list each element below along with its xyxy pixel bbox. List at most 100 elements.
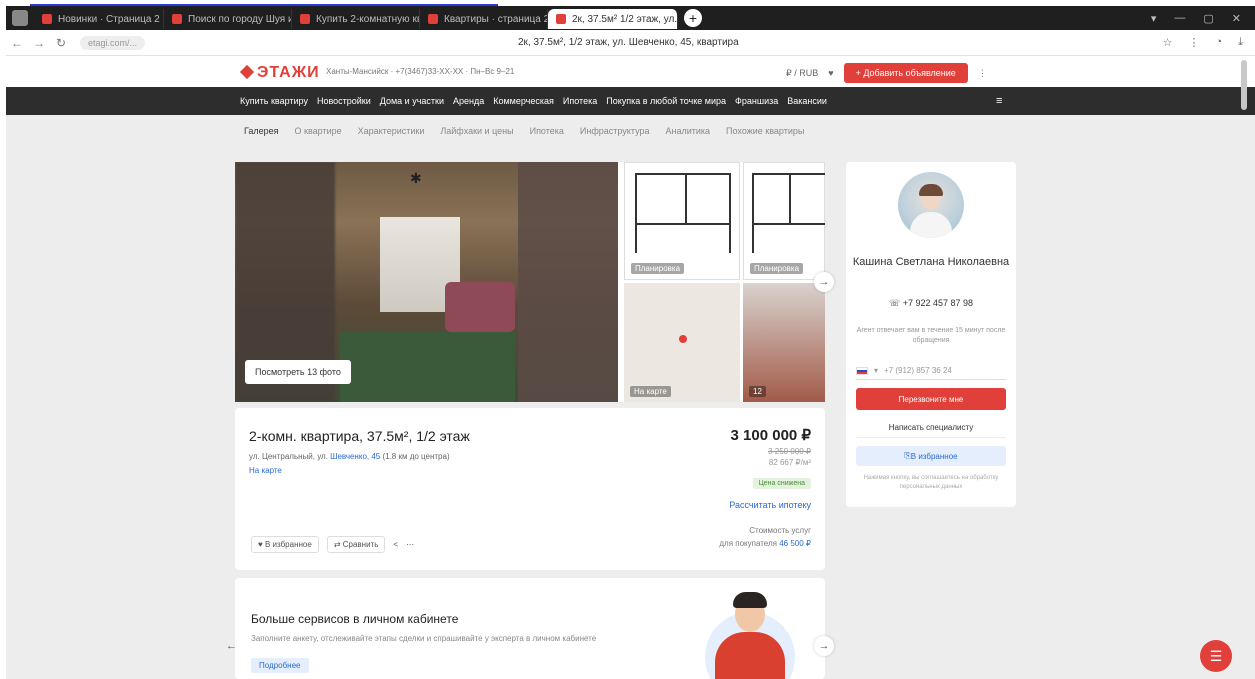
browser-tab[interactable]: Купить 2-комнатную кв... [292,9,420,29]
avatar-coat [910,212,952,238]
nav-item[interactable]: Дома и участки [380,96,444,106]
main-nav: Купить квартиру Новостройки Дома и участ… [6,87,1255,115]
add-listing-button[interactable]: + Добавить объявление [843,63,968,83]
illustration-body [715,632,785,679]
new-tab-button[interactable]: + [684,9,702,27]
site-logo[interactable]: ЭТАЖИ [239,64,320,82]
plan-wall [752,173,754,253]
section-tab[interactable]: Аналитика [665,126,710,136]
nav-item[interactable]: Коммерческая [493,96,554,106]
nav-item[interactable]: Вакансии [787,96,827,106]
favorites-heart-icon[interactable]: ♥ [828,68,833,78]
url-field[interactable]: etagi.com/... [80,35,146,50]
bookmark-star-icon[interactable]: ☆ [1163,36,1173,49]
logo-icon [239,64,255,80]
nav-item[interactable]: Купить квартиру [240,96,308,106]
site-favicon-icon [300,14,310,24]
address-bar: ← → ↻ etagi.com/... 2к, 37.5м², 1/2 этаж… [6,30,1255,56]
user-menu-icon[interactable]: ⋮ [978,68,987,79]
section-tab[interactable]: Галерея [244,126,279,136]
forward-icon[interactable]: → [28,36,50,50]
callback-phone-input[interactable]: ▾ +7 (912) 857 36 24 [856,362,1006,380]
callback-button[interactable]: Перезвоните мне [856,388,1006,410]
cost-label: Стоимость услуг [749,526,811,535]
plan-wall [635,173,637,253]
address-link[interactable]: Шевченко, 45 [330,452,380,461]
chandelier-icon: ✱ [410,170,422,186]
maximize-icon[interactable]: ▢ [1203,12,1213,25]
photo-thumb[interactable]: 12 [743,283,825,402]
gallery-next-arrow-icon[interactable]: → [814,272,834,292]
mortgage-calc-link[interactable]: Рассчитать ипотеку [729,500,811,510]
page-scrollbar[interactable] [1241,60,1247,110]
phone-placeholder: +7 (912) 857 36 24 [884,366,952,375]
write-specialist-button[interactable]: Написать специалисту [856,418,1006,438]
browser-tab[interactable]: Поиск по городу Шуя и п... [164,9,292,29]
section-tab[interactable]: Похожие квартиры [726,126,804,136]
reload-icon[interactable]: ↻ [50,36,72,50]
cost-value[interactable]: 46 500 ₽ [779,539,811,548]
nav-item[interactable]: Франшиза [735,96,778,106]
photo-carpet [340,332,515,402]
status-badge: Цена снижена [752,478,811,489]
page-content: ЭТАЖИ Ханты-Мансийск · +7(3467)33-XX-XX … [6,56,1255,679]
country-dropdown-chevron-icon[interactable]: ▾ [874,366,878,375]
chat-bubble-icon[interactable]: ☰ [1200,640,1232,672]
nav-item[interactable]: Ипотека [563,96,597,106]
floorplan-thumb[interactable]: Планировка [624,162,740,280]
listing-actions: ♥ В избранное ⇄ Сравнить < ⋯ [251,536,414,553]
section-tab[interactable]: Ипотека [530,126,564,136]
profile-icon[interactable]: ◔ [1215,36,1222,49]
view-all-photos-button[interactable]: Посмотреть 13 фото [245,360,351,384]
site-favicon-icon [42,14,52,24]
browser-tab[interactable]: Квартиры · страница 2 [420,9,548,29]
extensions-icon[interactable]: ⋮ [1188,36,1199,49]
download-icon[interactable]: ⤓ [1238,36,1243,49]
map-thumb[interactable]: На карте [624,283,740,402]
nav-item[interactable]: Покупка в любой точке мира [606,96,726,106]
hamburger-menu-icon[interactable]: ≡ [996,95,1002,107]
thumb-caption: 12 [749,386,766,397]
promo-more-button[interactable]: Подробнее [251,658,309,673]
promo-prev-arrow-icon[interactable]: ← [226,640,237,652]
section-tab[interactable]: О квартире [295,126,342,136]
add-favorite-button[interactable]: ♥ В избранное [251,536,319,553]
browser-menu-icon[interactable] [12,10,28,26]
city-selector[interactable]: Ханты-Мансийск · +7(3467)33-XX-XX · Пн–В… [326,67,514,76]
floorplan-thumb[interactable]: Планировка [743,162,825,280]
promo-banner: Больше сервисов в личном кабинете Заполн… [235,578,825,679]
section-tab[interactable]: Характеристики [358,126,425,136]
browser-tab-label: 2к, 37.5м² 1/2 этаж, ул... [572,13,678,25]
minimize-icon[interactable]: — [1174,12,1185,25]
agent-note: Агент отвечает вам в течение 15 минут по… [856,327,1006,344]
logo-text: ЭТАЖИ [257,64,320,81]
agent-phone[interactable]: ☏ +7 922 457 87 98 [846,298,1016,309]
nav-item[interactable]: Новостройки [317,96,371,106]
address-prefix: ул. Центральный, ул. [249,452,331,461]
action-label: В избранное [264,540,312,549]
fav-label: В избранное [910,451,958,461]
service-cost: Стоимость услуг для покупателя 46 500 ₽ [719,524,811,550]
back-icon[interactable]: ← [6,36,28,50]
more-icon[interactable]: ⋯ [406,540,414,549]
promo-title: Больше сервисов в личном кабинете [251,612,459,626]
browser-tab[interactable]: Новинки · Страница 2 [34,9,164,29]
address-suffix: (1.8 км до центра) [380,452,450,461]
section-tab[interactable]: Инфраструктура [580,126,650,136]
price-per-meter: 82 667 ₽/м² [768,458,811,467]
show-on-map-link[interactable]: На карте [249,466,282,475]
currency-selector[interactable]: ₽ / RUB [786,68,818,79]
country-flag-icon[interactable] [856,366,868,375]
share-icon[interactable]: < [393,540,398,549]
section-tab[interactable]: Лайфхаки и цены [440,126,513,136]
nav-item[interactable]: Аренда [453,96,484,106]
agent-favorite-button[interactable]: ⎘ В избранное [856,446,1006,466]
close-window-icon[interactable]: ✕ [1232,12,1241,25]
browser-tab-active[interactable]: 2к, 37.5м² 1/2 этаж, ул... [548,9,678,29]
promo-next-arrow-icon[interactable]: → [814,636,834,656]
compare-button[interactable]: ⇄ Сравнить [326,536,386,553]
main-photo[interactable]: ✱ Посмотреть 13 фото [235,162,618,402]
photo-gallery: ✱ Посмотреть 13 фото Планировка Планиров… [235,162,825,402]
tab-search-icon[interactable]: ▾ [1151,12,1157,25]
browser-tab-label: Поиск по городу Шуя и п... [188,13,291,25]
